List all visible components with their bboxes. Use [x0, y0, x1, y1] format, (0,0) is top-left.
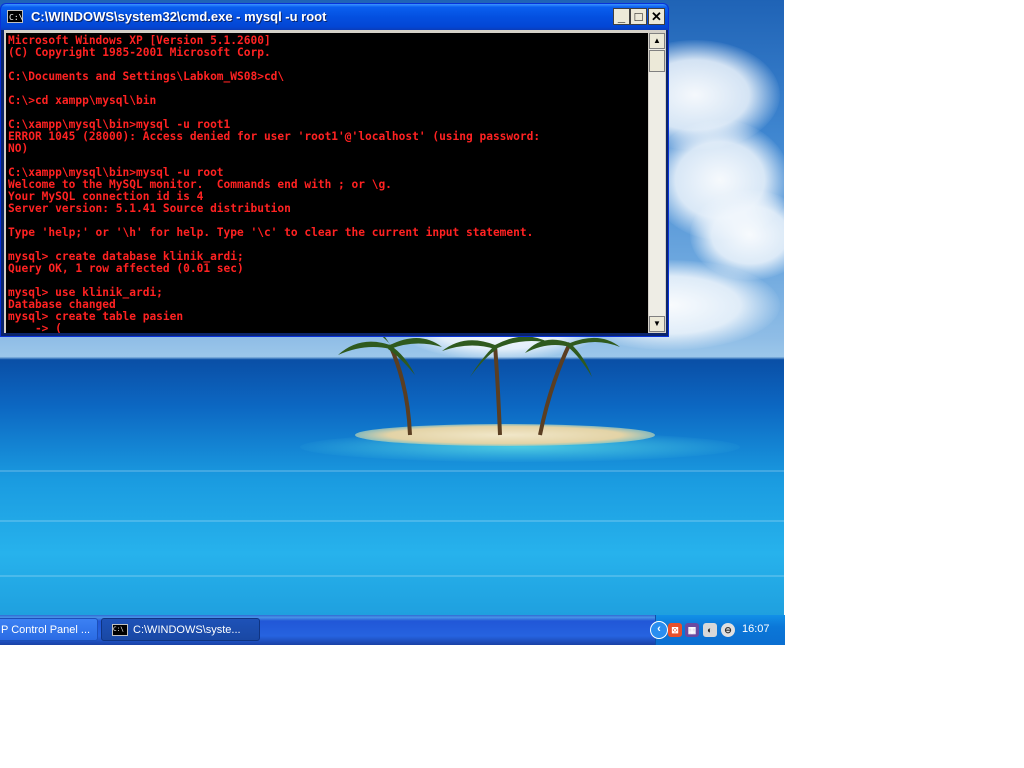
close-button[interactable]: ✕ [648, 8, 665, 25]
network-icon[interactable]: ▦ [685, 623, 699, 637]
scroll-up-button[interactable]: ▲ [649, 33, 665, 49]
water-ripple [0, 575, 784, 577]
xampp-icon[interactable]: ⊠ [668, 623, 682, 637]
scrollbar-thumb[interactable] [649, 50, 665, 72]
window-title: C:\WINDOWS\system32\cmd.exe - mysql -u r… [31, 9, 327, 24]
clock[interactable]: 16:07 [742, 623, 770, 635]
water-ripple [0, 470, 784, 472]
cmd-icon: C:\ [112, 624, 128, 637]
taskbar: P Control Panel ... C:\ C:\WINDOWS\syste.… [0, 615, 785, 645]
console-output[interactable]: Microsoft Windows XP [Version 5.1.2600] … [6, 33, 648, 333]
water-ripple [0, 520, 784, 522]
scroll-down-button[interactable]: ▼ [649, 316, 665, 332]
cmd-icon[interactable]: C:\ [7, 10, 23, 23]
cmd-window[interactable]: C:\ C:\WINDOWS\system32\cmd.exe - mysql … [0, 3, 669, 337]
taskbar-button-control-panel[interactable]: P Control Panel ... [0, 618, 98, 641]
title-bar[interactable]: C:\ C:\WINDOWS\system32\cmd.exe - mysql … [1, 4, 668, 30]
console-frame: Microsoft Windows XP [Version 5.1.2600] … [4, 30, 666, 333]
system-tray: ‹ ⊠ ▦ ◐ ⊖ 16:07 [650, 615, 785, 645]
taskbar-button-cmd[interactable]: C:\ C:\WINDOWS\syste... [101, 618, 260, 641]
vertical-scrollbar[interactable]: ▲ ▼ [649, 33, 665, 332]
maximize-button[interactable]: □ [630, 8, 647, 25]
minimize-button[interactable]: _ [613, 8, 630, 25]
taskbar-button-label: P Control Panel ... [1, 624, 91, 636]
chevron-left-icon[interactable]: ‹ [650, 621, 668, 639]
console-text: Microsoft Windows XP [Version 5.1.2600] … [8, 34, 541, 334]
taskbar-button-label: C:\WINDOWS\syste... [133, 624, 241, 636]
palm-trees [338, 325, 620, 436]
security-icon[interactable]: ⊖ [721, 623, 735, 637]
volume-icon[interactable]: ◐ [703, 623, 717, 637]
